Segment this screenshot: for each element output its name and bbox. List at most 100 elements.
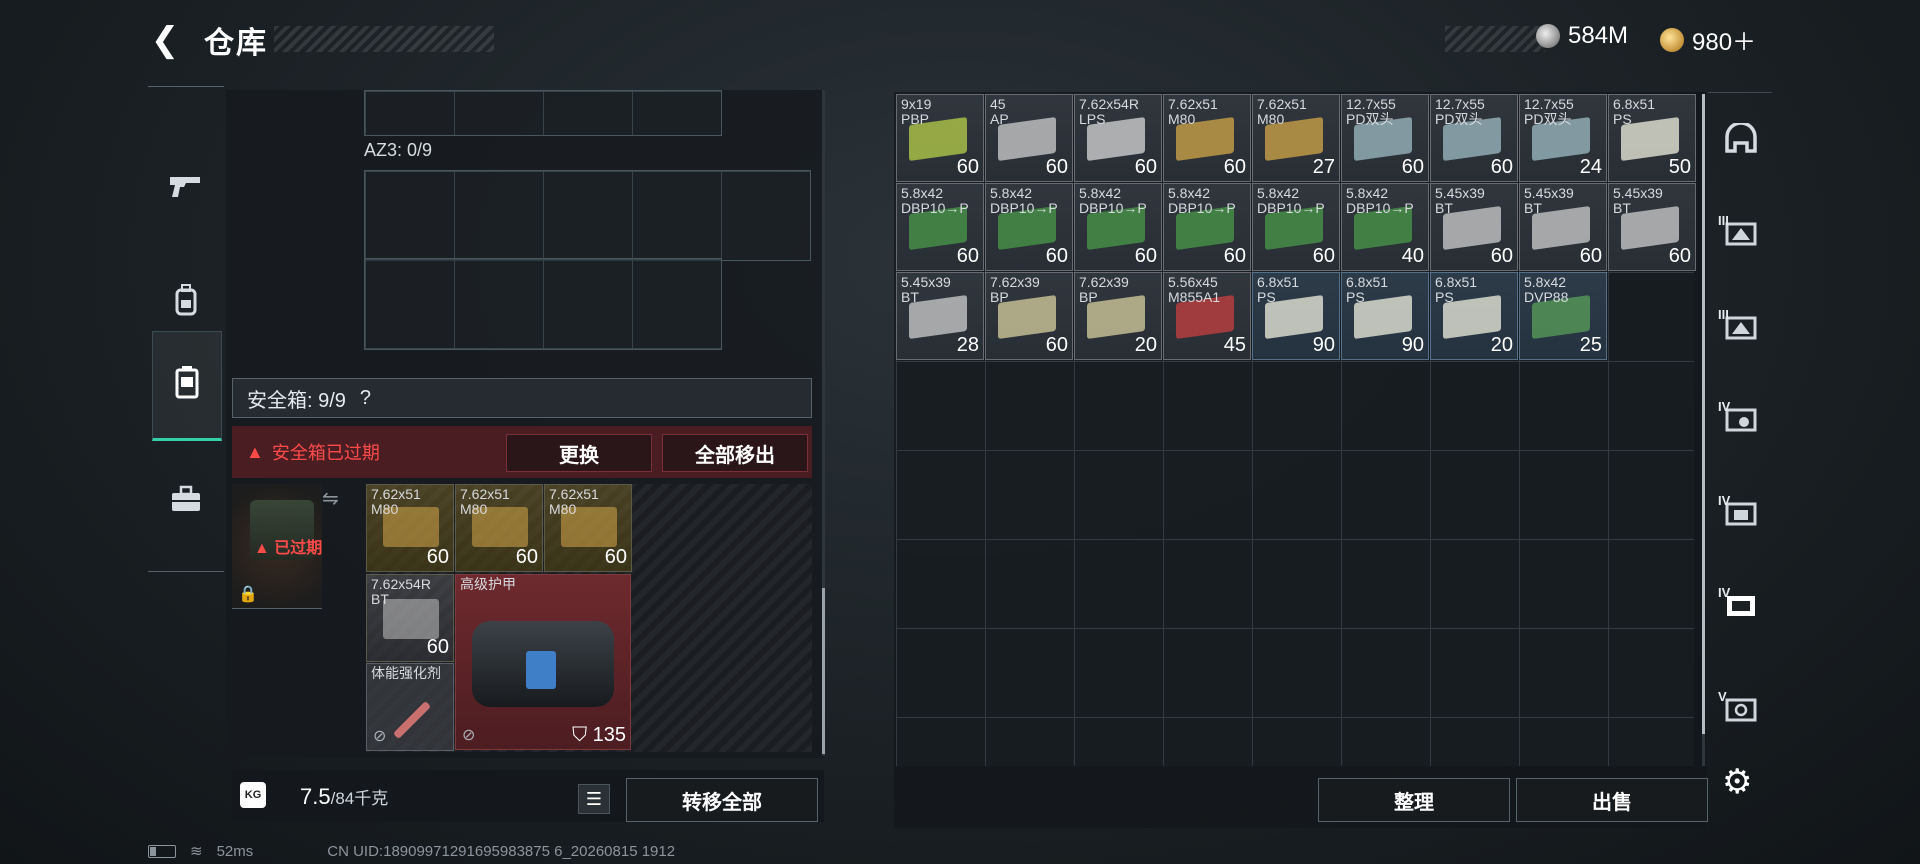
item-name: 45 AP xyxy=(990,96,1009,127)
item-name: 5.45x39 BT xyxy=(1613,185,1663,216)
item-count: 25 xyxy=(1579,334,1602,356)
upper-container-grid[interactable] xyxy=(364,90,722,136)
sort-button[interactable]: 整理 xyxy=(1318,778,1510,822)
tab-tier-5[interactable]: V xyxy=(1718,687,1764,733)
tab-tier-3a[interactable]: III xyxy=(1718,211,1764,257)
item-count: 45 xyxy=(1223,334,1246,356)
safe-item[interactable]: 7.62x51 M80 60 xyxy=(544,484,632,572)
storage-item[interactable]: 7.62x39 BP 60 xyxy=(985,272,1073,360)
storage-item[interactable]: 7.62x51 M80 27 xyxy=(1252,94,1340,182)
back-button[interactable]: ❮ xyxy=(148,21,182,59)
left-scrollbar-thumb[interactable] xyxy=(822,588,825,754)
storage-scrollbar-thumb[interactable] xyxy=(1702,94,1705,734)
az3-grid-top[interactable] xyxy=(364,170,811,261)
item-name: 5.8x42 DBP10→P xyxy=(1079,185,1147,216)
arrow-back-icon: ❮ xyxy=(150,21,180,59)
item-count: 60 xyxy=(1490,156,1513,178)
item-count: 60 xyxy=(1134,156,1157,178)
storage-item[interactable]: 5.45x39 BT 60 xyxy=(1608,183,1696,271)
storage-item[interactable]: 12.7x55 PD双头 60 xyxy=(1430,94,1518,182)
storage-item[interactable]: 6.8x51 PS 20 xyxy=(1430,272,1518,360)
storage-item[interactable]: 7.62x39 BP 20 xyxy=(1074,272,1162,360)
title-decoration xyxy=(274,26,494,52)
safe-item-armor[interactable]: 高级护甲 ⊘ ⛉ 135 xyxy=(455,574,631,750)
help-icon[interactable]: ? xyxy=(360,387,371,410)
item-count: 60 xyxy=(1401,156,1424,178)
item-count: 60 xyxy=(1223,245,1246,267)
item-name: 12.7x55 PD双头 xyxy=(1435,96,1485,127)
storage-item[interactable]: 45 AP 60 xyxy=(985,94,1073,182)
sell-button[interactable]: 出售 xyxy=(1516,778,1708,822)
safe-item-stim[interactable]: 体能强化剂 ⊘ xyxy=(366,663,454,751)
item-name: 5.45x39 BT xyxy=(1524,185,1574,216)
storage-item[interactable]: 12.7x55 PD双头 24 xyxy=(1519,94,1607,182)
gear-icon[interactable]: ⚙ xyxy=(1722,762,1752,802)
az3-label: AZ3: 0/9 xyxy=(364,140,433,160)
currency-gold[interactable]: 980＋ xyxy=(1660,22,1756,57)
item-name: 5.45x39 BT xyxy=(901,274,951,305)
item-count: 40 xyxy=(1401,245,1424,267)
item-count: 60 xyxy=(1045,334,1068,356)
swap-icon[interactable]: ⇋ xyxy=(322,486,339,511)
item-count: 60 xyxy=(1134,245,1157,267)
tab-tier-3b[interactable]: III xyxy=(1718,305,1764,351)
tab-tier-4c[interactable]: IV xyxy=(1718,583,1764,629)
warning-icon: ▲ xyxy=(246,441,264,462)
storage-item[interactable]: 6.8x51 PS 50 xyxy=(1608,94,1696,182)
storage-item[interactable]: 5.45x39 BT 60 xyxy=(1519,183,1607,271)
item-name: 7.62x39 BP xyxy=(990,274,1040,305)
pistol-icon xyxy=(168,173,204,208)
tab-helmet[interactable] xyxy=(1718,119,1764,165)
remove-all-button[interactable]: 全部移出 xyxy=(662,434,808,472)
gold-coin-icon xyxy=(1660,27,1684,52)
item-name: 12.7x55 PD双头 xyxy=(1524,96,1574,127)
item-count: 24 xyxy=(1579,156,1602,178)
tab-tier-4a[interactable]: IV xyxy=(1718,397,1764,443)
item-count: 60 xyxy=(1668,245,1691,267)
replace-button[interactable]: 更换 xyxy=(506,434,652,472)
item-name: 5.8x42 DBP10→P xyxy=(1346,185,1414,216)
storage-item[interactable]: 5.8x42 DBP10→P 60 xyxy=(1163,183,1251,271)
storage-item[interactable]: 5.8x42 DBP10→P 60 xyxy=(985,183,1073,271)
item-count: 90 xyxy=(1312,334,1335,356)
storage-item[interactable]: 5.56x45 M855A1 45 xyxy=(1163,272,1251,360)
storage-item[interactable]: 5.8x42 DBP10→P 60 xyxy=(1252,183,1340,271)
helmet-icon xyxy=(1723,120,1759,162)
item-count: 60 xyxy=(1490,245,1513,267)
storage-item[interactable]: 5.45x39 BT 60 xyxy=(1430,183,1518,271)
tab-weapons[interactable] xyxy=(152,137,220,243)
safe-item[interactable]: 7.62x51 M80 60 xyxy=(366,484,454,572)
wifi-icon: ≋ xyxy=(190,843,203,860)
item-count: 60 xyxy=(1223,156,1246,178)
transfer-all-button[interactable]: 转移全部 xyxy=(626,778,818,822)
storage-item[interactable]: 6.8x51 PS 90 xyxy=(1341,272,1429,360)
safe-item[interactable]: 7.62x51 M80 60 xyxy=(455,484,543,572)
item-name: 5.8x42 DBP10→P xyxy=(990,185,1058,216)
storage-item[interactable]: 5.45x39 BT 28 xyxy=(896,272,984,360)
tab-toolbox[interactable] xyxy=(152,449,220,555)
shield-icon: ⛉ xyxy=(572,724,588,746)
storage-item[interactable]: 7.62x51 M80 60 xyxy=(1163,94,1251,182)
storage-item[interactable]: 5.8x42 DBP10→P 60 xyxy=(896,183,984,271)
storage-item[interactable]: 5.8x42 DBP10→P 40 xyxy=(1341,183,1429,271)
storage-item[interactable]: 9x19 PBP 60 xyxy=(896,94,984,182)
item-count: 90 xyxy=(1401,334,1424,356)
ping-text: 52ms xyxy=(216,842,254,860)
tab-tier-4b[interactable]: IV xyxy=(1718,491,1764,537)
page-title: 仓库 xyxy=(204,27,268,60)
item-count: 50 xyxy=(1668,156,1691,178)
storage-item[interactable]: 6.8x51 PS 90 xyxy=(1252,272,1340,360)
az3-grid-bottom[interactable] xyxy=(364,258,722,350)
currency-decoration xyxy=(1445,26,1545,52)
item-count: 60 xyxy=(1045,156,1068,178)
storage-item[interactable]: 5.8x42 DBP10→P 60 xyxy=(1074,183,1162,271)
item-name: 6.8x51 PS xyxy=(1346,274,1389,305)
list-view-button[interactable]: ☰ xyxy=(578,784,610,814)
storage-item[interactable]: 7.62x54R LPS 60 xyxy=(1074,94,1162,182)
storage-item[interactable]: 12.7x55 PD双头 60 xyxy=(1341,94,1429,182)
storage-item[interactable]: 5.8x42 DVP88 25 xyxy=(1519,272,1607,360)
tab-safe-box[interactable] xyxy=(152,331,222,441)
safe-box-header: 安全箱: 9/9? xyxy=(232,378,812,418)
safe-item[interactable]: 7.62x54R BT 60 xyxy=(366,574,454,662)
item-count: 27 xyxy=(1312,156,1335,178)
